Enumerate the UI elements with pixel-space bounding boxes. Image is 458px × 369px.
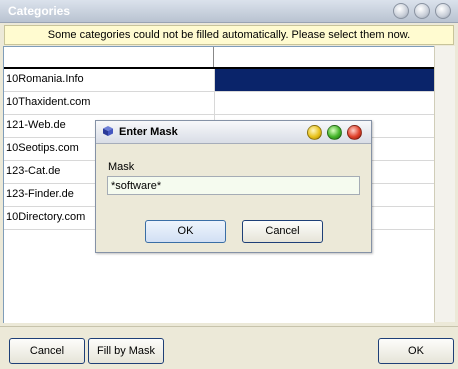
cancel-button[interactable]: Cancel [9, 338, 85, 364]
fill-by-mask-button[interactable]: Fill by Mask [88, 338, 164, 364]
notice-banner: Some categories could not be filled auto… [4, 25, 454, 45]
dialog-cancel-button[interactable]: Cancel [242, 220, 323, 243]
dialog-ok-button[interactable]: OK [145, 220, 226, 243]
category-cell[interactable] [214, 92, 435, 114]
category-cell[interactable] [214, 69, 435, 91]
minimize-icon[interactable] [393, 3, 409, 19]
category-site-name: 10Romania.Info [6, 73, 84, 85]
enter-mask-dialog: Enter Mask Mask OK Cancel [95, 120, 372, 253]
mask-label: Mask [108, 161, 135, 173]
table-row[interactable]: 10Thaxident.com [4, 92, 434, 115]
mask-input[interactable] [107, 176, 360, 195]
close-icon[interactable] [347, 125, 362, 140]
cube-icon [103, 126, 113, 136]
category-site-name: 10Thaxident.com [6, 96, 91, 108]
button-bar: Cancel Fill by Mask OK [0, 326, 458, 369]
vertical-scrollbar[interactable] [434, 46, 455, 322]
minimize-icon[interactable] [307, 125, 322, 140]
dialog-titlebar: Enter Mask [96, 121, 371, 144]
ok-button[interactable]: OK [378, 338, 454, 364]
dialog-title: Enter Mask [119, 126, 178, 138]
window-titlebar: Categories [0, 0, 458, 23]
close-icon[interactable] [435, 3, 451, 19]
grid-header [4, 47, 434, 69]
window-title: Categories [8, 4, 71, 18]
column-separator[interactable] [213, 47, 214, 67]
maximize-icon[interactable] [327, 125, 342, 140]
maximize-icon[interactable] [414, 3, 430, 19]
table-row[interactable]: 10Romania.Info [4, 69, 435, 92]
